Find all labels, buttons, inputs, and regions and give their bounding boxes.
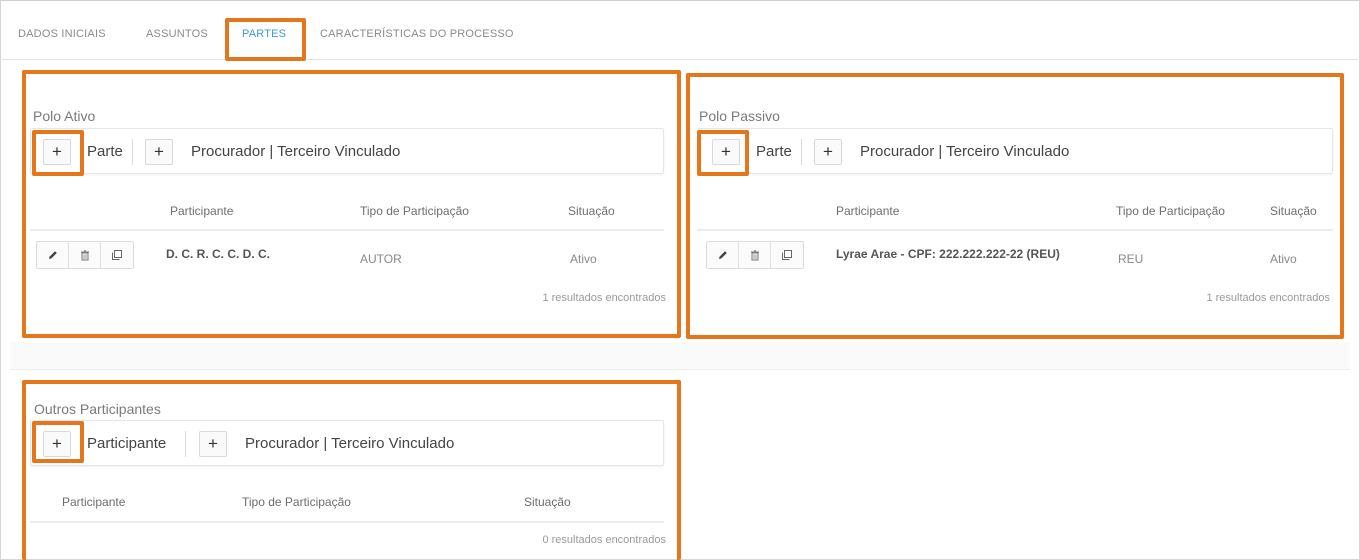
polo-ativo-title: Polo Ativo — [33, 108, 96, 124]
polo-ativo-situacao: Ativo — [570, 252, 597, 266]
polo-passivo-title: Polo Passivo — [699, 108, 780, 124]
polo-passivo-participante: Lyrae Arae - CPF: 222.222.222-22 (REU) — [836, 247, 1060, 261]
outros-header-tipo: Tipo de Participação — [242, 495, 351, 509]
trash-icon[interactable] — [739, 242, 771, 268]
polo-ativo-toolbar: + Parte + Procurador | Terceiro Vinculad… — [30, 128, 664, 174]
outros-header-participante: Participante — [62, 495, 126, 509]
polo-ativo-row-actions — [36, 241, 134, 269]
polo-ativo-header-participante: Participante — [170, 204, 234, 218]
polo-passivo-row-actions — [706, 241, 804, 269]
add-parte-passivo-highlight — [697, 130, 749, 176]
outros-title: Outros Participantes — [34, 401, 161, 417]
add-parte-ativo-highlight — [32, 130, 84, 176]
pencil-icon[interactable] — [707, 242, 739, 268]
polo-passivo-toolbar: + Parte + Procurador | Terceiro Vinculad… — [697, 128, 1333, 174]
add-parte-passivo-label[interactable]: Parte — [756, 143, 792, 160]
tab-assuntos[interactable]: ASSUNTOS — [146, 28, 208, 40]
outros-results-count: 0 resultados encontrados — [542, 534, 666, 546]
add-participante-outros-highlight — [32, 421, 84, 463]
polo-ativo-header-tipo: Tipo de Participação — [360, 204, 469, 218]
tab-caracteristicas-processo[interactable]: CARACTERÍSTICAS DO PROCESSO — [320, 28, 514, 40]
polo-ativo-participante: D. C. R. C. C. D. C. — [166, 247, 271, 261]
polo-passivo-header-situacao: Situação — [1270, 204, 1317, 218]
polo-passivo-tipo: REU — [1118, 252, 1144, 266]
pencil-icon[interactable] — [37, 242, 69, 268]
add-parte-ativo-label[interactable]: Parte — [87, 143, 123, 160]
polo-passivo-header-tipo: Tipo de Participação — [1116, 204, 1225, 218]
add-procurador-passivo-label[interactable]: Procurador | Terceiro Vinculado — [860, 143, 1069, 160]
polo-passivo-results-count: 1 resultados encontrados — [1206, 292, 1330, 304]
tab-dados-iniciais[interactable]: DADOS INICIAIS — [18, 28, 106, 40]
tab-partes-highlight — [225, 18, 306, 61]
add-procurador-outros-label[interactable]: Procurador | Terceiro Vinculado — [245, 435, 454, 452]
copy-icon[interactable] — [771, 242, 803, 268]
toolbar-separator — [185, 431, 186, 457]
outros-header-situacao: Situação — [524, 495, 571, 509]
add-participante-outros-label[interactable]: Participante — [87, 435, 166, 452]
add-procurador-passivo-button[interactable]: + — [814, 139, 842, 165]
top-border — [0, 0, 1360, 1]
outros-header-divider — [30, 521, 664, 523]
polo-passivo-header-participante: Participante — [836, 204, 900, 218]
polo-ativo-tipo: AUTOR — [360, 252, 402, 266]
toolbar-separator — [801, 139, 802, 165]
polo-passivo-header-divider — [697, 229, 1333, 231]
polo-ativo-header-situacao: Situação — [568, 204, 615, 218]
polo-ativo-header-divider — [30, 229, 664, 231]
section-divider — [10, 342, 1350, 370]
trash-icon[interactable] — [69, 242, 101, 268]
tab-bar: DADOS INICIAIS ASSUNTOS PARTES CARACTERÍ… — [0, 18, 1360, 60]
add-procurador-outros-button[interactable]: + — [199, 431, 227, 457]
toolbar-separator — [132, 139, 133, 165]
add-procurador-ativo-button[interactable]: + — [145, 139, 173, 165]
outros-toolbar: + Participante + Procurador | Terceiro V… — [30, 420, 664, 466]
polo-passivo-situacao: Ativo — [1270, 252, 1297, 266]
polo-ativo-results-count: 1 resultados encontrados — [542, 292, 666, 304]
copy-icon[interactable] — [101, 242, 133, 268]
add-procurador-ativo-label[interactable]: Procurador | Terceiro Vinculado — [191, 143, 400, 160]
